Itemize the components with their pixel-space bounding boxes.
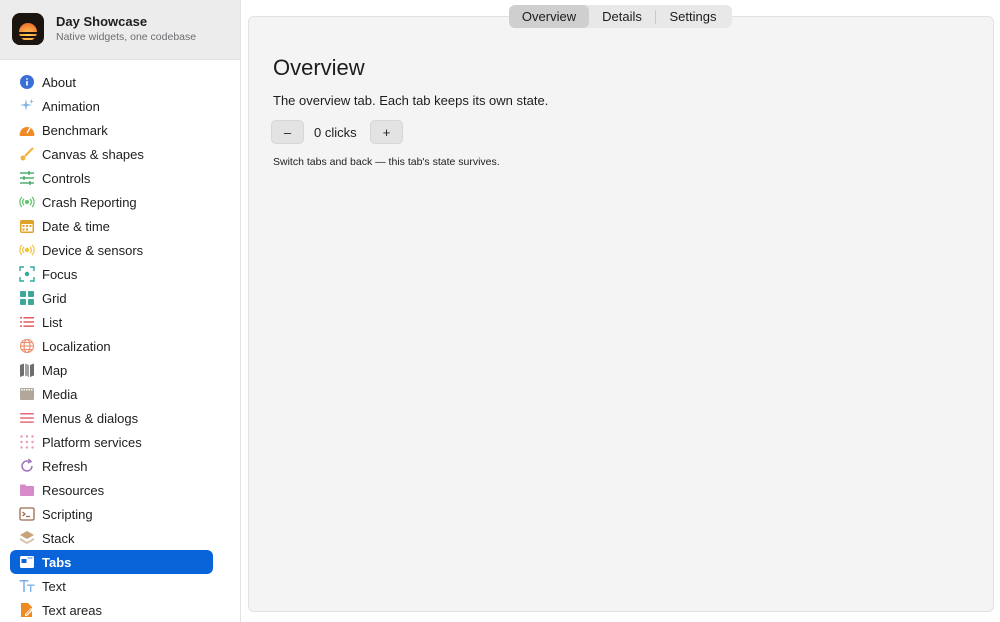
doc-edit-icon — [19, 602, 35, 618]
tab-overview[interactable]: Overview — [509, 5, 589, 28]
focus-icon — [19, 266, 35, 282]
sidebar-item-label: Tabs — [42, 554, 72, 570]
sidebar-item-about[interactable]: About — [10, 70, 213, 94]
sidebar-item-label: Platform services — [42, 434, 142, 450]
app-title: Day Showcase — [56, 14, 148, 29]
increment-button[interactable]: + — [370, 120, 403, 144]
sidebar-item-label: Refresh — [42, 458, 88, 474]
info-icon — [19, 74, 35, 90]
sidebar-item-menus-and-dialogs[interactable]: Menus & dialogs — [10, 406, 213, 430]
sidebar-item-label: Grid — [42, 290, 67, 306]
sidebar-item-label: Controls — [42, 170, 91, 186]
sidebar-item-animation[interactable]: Animation — [10, 94, 213, 118]
sidebar-item-controls[interactable]: Controls — [10, 166, 213, 190]
sidebar-item-text[interactable]: Text — [10, 574, 213, 598]
sidebar-item-label: Focus — [42, 266, 78, 282]
sidebar-item-label: Text areas — [42, 602, 102, 618]
sidebar-item-focus[interactable]: Focus — [10, 262, 213, 286]
tabs-icon — [19, 554, 35, 570]
folder-icon — [19, 482, 35, 498]
sidebar-item-label: Media — [42, 386, 78, 402]
sidebar-item-device-and-sensors[interactable]: Device & sensors — [10, 238, 213, 262]
sidebar-item-label: About — [42, 74, 76, 90]
page-title: Overview — [273, 55, 365, 80]
sidebar-item-resources[interactable]: Resources — [10, 478, 213, 502]
sidebar-item-label: Scripting — [42, 506, 93, 522]
sidebar-item-scripting[interactable]: Scripting — [10, 502, 213, 526]
sidebar-item-label: Date & time — [42, 218, 110, 234]
sidebar-item-label: Animation — [42, 98, 100, 114]
calendar-icon — [19, 218, 35, 234]
sidebar-item-label: Text — [42, 578, 66, 594]
map-icon — [19, 362, 35, 378]
broadcast-icon — [19, 194, 35, 210]
sensor-icon — [19, 242, 35, 258]
sidebar-item-refresh[interactable]: Refresh — [10, 454, 213, 478]
click-count-label: 0 clicks — [314, 124, 357, 140]
menu-icon — [19, 410, 35, 426]
sidebar-nav: About Animation Benchmark Canvas & shapes Co… — [10, 70, 213, 622]
click-counter: – 0 clicks + — [271, 120, 403, 144]
tab-settings[interactable]: Settings — [656, 5, 730, 28]
decrement-button[interactable]: – — [271, 120, 304, 144]
page-description: The overview tab. Each tab keeps its own… — [273, 93, 549, 108]
sidebar-item-canvas-and-shapes[interactable]: Canvas & shapes — [10, 142, 213, 166]
sidebar-header: Day Showcase Native widgets, one codebas… — [0, 0, 240, 60]
sliders-icon — [19, 170, 35, 186]
sidebar-item-label: List — [42, 314, 63, 330]
sidebar-item-text-areas[interactable]: Text areas — [10, 598, 213, 622]
sidebar-item-tabs[interactable]: Tabs — [10, 550, 213, 574]
terminal-icon — [19, 506, 35, 522]
sidebar-item-label: Map — [42, 362, 68, 378]
tab-bar: Overview Details Settings — [509, 5, 732, 28]
stack-icon — [19, 530, 35, 546]
sidebar-item-date-and-time[interactable]: Date & time — [10, 214, 213, 238]
dots-grid-icon — [19, 434, 35, 450]
sidebar-item-map[interactable]: Map — [10, 358, 213, 382]
sidebar-item-media[interactable]: Media — [10, 382, 213, 406]
speedometer-icon — [19, 122, 35, 138]
sidebar-item-label: Crash Reporting — [42, 194, 137, 210]
sidebar-item-label: Menus & dialogs — [42, 410, 139, 426]
tab-details[interactable]: Details — [589, 5, 655, 28]
sparkles-icon — [19, 98, 35, 114]
sidebar-item-label: Device & sensors — [42, 242, 144, 258]
list-icon — [19, 314, 35, 330]
sidebar-item-grid[interactable]: Grid — [10, 286, 213, 310]
sidebar-item-label: Benchmark — [42, 122, 108, 138]
sidebar-item-crash-reporting[interactable]: Crash Reporting — [10, 190, 213, 214]
grid-icon — [19, 290, 35, 306]
brush-icon — [19, 146, 35, 162]
film-icon — [19, 386, 35, 402]
text-icon — [19, 578, 35, 594]
globe-icon — [19, 338, 35, 354]
sidebar-item-label: Stack — [42, 530, 75, 546]
content-panel: Overview The overview tab. Each tab keep… — [248, 16, 994, 612]
sidebar-item-platform-services[interactable]: Platform services — [10, 430, 213, 454]
app-logo-icon — [12, 13, 44, 45]
sidebar-item-label: Canvas & shapes — [42, 146, 144, 162]
sidebar-item-list[interactable]: List — [10, 310, 213, 334]
sidebar-item-localization[interactable]: Localization — [10, 334, 213, 358]
sidebar-item-label: Resources — [42, 482, 105, 498]
sidebar: Day Showcase Native widgets, one codebas… — [0, 0, 241, 622]
app-window: Day Showcase Native widgets, one codebas… — [0, 0, 1000, 622]
refresh-icon — [19, 458, 35, 474]
app-subtitle: Native widgets, one codebase — [56, 31, 197, 43]
sidebar-item-label: Localization — [42, 338, 111, 354]
sidebar-item-stack[interactable]: Stack — [10, 526, 213, 550]
sidebar-item-benchmark[interactable]: Benchmark — [10, 118, 213, 142]
state-hint: Switch tabs and back — this tab's state … — [273, 156, 500, 168]
